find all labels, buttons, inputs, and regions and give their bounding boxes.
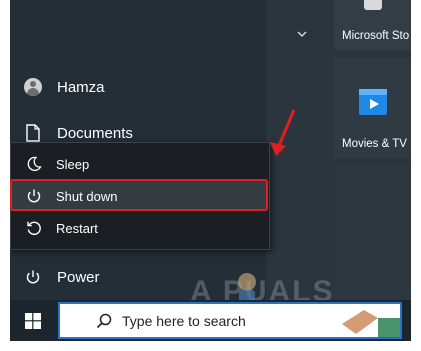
movies-tv-icon bbox=[359, 89, 387, 115]
search-placeholder: Type here to search bbox=[122, 312, 246, 329]
watermark-book-icon bbox=[342, 310, 400, 338]
power-icon bbox=[24, 268, 42, 286]
sleep-option[interactable]: Sleep bbox=[11, 149, 267, 179]
collapse-chevron-icon[interactable] bbox=[296, 28, 308, 40]
moon-icon bbox=[25, 155, 43, 173]
restart-option[interactable]: Restart bbox=[11, 213, 267, 243]
tile-movies-tv-label: Movies & TV bbox=[342, 138, 407, 150]
documents-label: Documents bbox=[57, 124, 133, 142]
sleep-label: Sleep bbox=[56, 156, 90, 172]
search-icon bbox=[96, 313, 112, 328]
start-button[interactable] bbox=[10, 300, 56, 341]
document-icon bbox=[24, 124, 42, 142]
restart-label: Restart bbox=[56, 220, 98, 236]
store-icon bbox=[364, 0, 382, 10]
tile-microsoft-store-label: Microsoft Sto bbox=[342, 30, 410, 42]
windows-logo-icon bbox=[25, 312, 41, 329]
start-menu-screenshot: Microsoft Sto Movies & TV Hamza Document… bbox=[10, 0, 411, 341]
power-label: Power bbox=[57, 268, 100, 286]
shut-down-highlight-box bbox=[10, 179, 268, 211]
user-name: Hamza bbox=[57, 78, 105, 96]
user-account-item[interactable]: Hamza bbox=[10, 72, 266, 102]
restart-icon bbox=[25, 219, 43, 237]
tile-microsoft-store[interactable]: Microsoft Sto bbox=[334, 0, 411, 50]
tile-movies-tv[interactable]: Movies & TV bbox=[334, 58, 411, 158]
annotation-arrow-icon bbox=[270, 109, 296, 156]
user-avatar-icon bbox=[24, 78, 42, 96]
